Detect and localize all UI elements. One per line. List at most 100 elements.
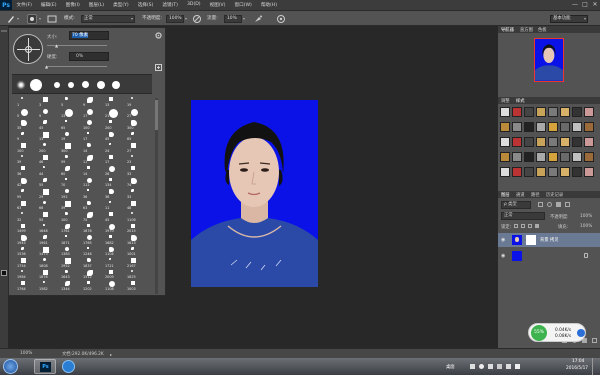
brush-tip-icon[interactable]: [109, 258, 111, 260]
brush-picker-arrow-icon[interactable]: ▾: [39, 16, 41, 21]
visibility-eye-icon[interactable]: ◉: [501, 237, 505, 243]
brush-tip-icon[interactable]: [131, 131, 134, 135]
menu-item-9[interactable]: 窗口(W): [230, 2, 256, 8]
style-swatch[interactable]: [536, 107, 546, 117]
brush-tip-icon[interactable]: [21, 200, 26, 206]
tab-paths[interactable]: 路径: [531, 192, 540, 198]
style-swatch[interactable]: [500, 122, 510, 132]
menu-item-3[interactable]: 图层(L): [84, 2, 108, 8]
style-swatch[interactable]: [548, 167, 558, 177]
menu-item-2[interactable]: 图像(I): [61, 2, 84, 8]
layer-opacity-value[interactable]: 100%: [580, 214, 592, 219]
brush-angle-preview[interactable]: [13, 34, 43, 64]
brush-tip-icon[interactable]: [131, 143, 136, 148]
brush-tip-icon[interactable]: [131, 97, 133, 99]
style-swatch[interactable]: [536, 137, 546, 147]
document-size[interactable]: 文档:292.0K/496.2K: [62, 351, 104, 357]
style-swatch[interactable]: [524, 107, 534, 117]
brush-tip-icon[interactable]: [21, 143, 26, 148]
brush-tip-icon[interactable]: [43, 281, 45, 283]
brush-tip-icon[interactable]: [65, 177, 67, 180]
brush-tip-icon[interactable]: [131, 166, 135, 170]
brush-tip-icon[interactable]: [87, 97, 93, 103]
brush-tip-icon[interactable]: [65, 223, 70, 229]
style-swatch[interactable]: [512, 167, 522, 177]
brush-tip-icon[interactable]: [131, 200, 136, 206]
brush-tip-icon[interactable]: [43, 120, 47, 124]
brush-tip-icon[interactable]: [87, 120, 92, 125]
brush-tip-icon[interactable]: [87, 189, 89, 191]
brush-tip-icon[interactable]: [65, 281, 70, 286]
brush-tool-icon[interactable]: [6, 14, 16, 24]
opacity-input[interactable]: 100%: [166, 15, 184, 23]
brush-tip-icon[interactable]: [109, 108, 118, 118]
brush-tip-icon[interactable]: [131, 258, 136, 263]
brush-tip-icon[interactable]: [43, 223, 45, 226]
style-swatch[interactable]: [536, 122, 546, 132]
brush-tip-icon[interactable]: [43, 166, 45, 168]
brush-tip-icon[interactable]: [65, 120, 67, 122]
style-swatch[interactable]: [524, 137, 534, 147]
taskbar-photoshop-button[interactable]: Ps: [34, 359, 56, 374]
mode-select[interactable]: 正常 ▾: [81, 15, 135, 23]
brush-tip-icon[interactable]: [43, 189, 49, 195]
menu-item-4[interactable]: 类型(Y): [109, 2, 134, 8]
brush-tip-icon[interactable]: [21, 166, 25, 170]
brush-tip-icon[interactable]: [109, 235, 112, 238]
tab-navigator[interactable]: 导航器: [501, 27, 514, 33]
brush-tip-icon[interactable]: [87, 258, 91, 262]
brush-tip-icon[interactable]: [87, 235, 92, 240]
workspace-select[interactable]: 基本功能 ▾: [550, 15, 588, 23]
tray-icons[interactable]: [470, 364, 520, 369]
settings-gear-icon[interactable]: [154, 31, 163, 40]
style-swatch[interactable]: [524, 122, 534, 132]
style-swatch[interactable]: [536, 167, 546, 177]
brush-tip-icon[interactable]: [109, 269, 113, 274]
brush-tip-icon[interactable]: [87, 108, 93, 115]
brush-tip-icon[interactable]: [21, 154, 23, 157]
brush-tip-icon[interactable]: [109, 166, 115, 172]
document-photo[interactable]: [191, 100, 318, 287]
style-swatch[interactable]: [584, 107, 594, 117]
layer-filter-icons[interactable]: [538, 202, 596, 208]
brush-tip-icon[interactable]: [109, 131, 114, 137]
brush-tip-icon[interactable]: [65, 154, 68, 158]
brush-tip-icon[interactable]: [65, 269, 68, 273]
brush-tip-icon[interactable]: [21, 131, 24, 135]
pressure-size-icon[interactable]: [276, 14, 286, 24]
brush-tip-icon[interactable]: [43, 200, 46, 204]
fill-value[interactable]: 100%: [580, 224, 592, 229]
clock-time[interactable]: 17:04: [572, 359, 584, 364]
visibility-eye-icon[interactable]: ◉: [501, 253, 505, 259]
blend-mode-select[interactable]: 正常: [501, 212, 545, 220]
tab-histogram[interactable]: 直方图: [520, 27, 533, 33]
minimize-button[interactable]: —: [570, 0, 580, 10]
status-arrow-icon[interactable]: ▸: [110, 352, 112, 357]
style-swatch[interactable]: [512, 137, 522, 147]
brush-tip-icon[interactable]: [21, 212, 23, 214]
recent-brushes-row[interactable]: [12, 74, 152, 94]
tab-history[interactable]: 历史记录: [546, 192, 563, 198]
brush-tip-icon[interactable]: [43, 235, 47, 239]
brush-tip-icon[interactable]: [109, 189, 114, 194]
brush-tip-icon[interactable]: [131, 269, 133, 272]
brush-tip-icon[interactable]: [43, 131, 49, 138]
style-swatch[interactable]: [572, 122, 582, 132]
brush-tip-icon[interactable]: [109, 120, 112, 123]
brush-tip-icon[interactable]: [43, 97, 48, 102]
brush-tip-icon[interactable]: [21, 120, 27, 126]
brush-tip-icon[interactable]: [87, 281, 90, 284]
layer-filter-select[interactable]: ρ 类型: [501, 201, 531, 209]
flow-arrow-icon[interactable]: ▾: [243, 16, 245, 21]
new-preset-icon[interactable]: [154, 63, 163, 72]
brush-tip-icon[interactable]: [21, 223, 25, 228]
brush-tip-icon[interactable]: [87, 166, 90, 169]
hardness-input[interactable]: 0%: [69, 52, 109, 61]
desktop-label[interactable]: 桌面: [446, 364, 455, 370]
brush-tip-icon[interactable]: [87, 177, 92, 183]
style-swatch[interactable]: [560, 167, 570, 177]
pressure-opacity-icon[interactable]: [192, 14, 202, 24]
brush-tip-icon[interactable]: [131, 177, 137, 184]
brush-tip-icon[interactable]: [109, 143, 111, 145]
menu-item-8[interactable]: 视图(V): [205, 2, 230, 8]
